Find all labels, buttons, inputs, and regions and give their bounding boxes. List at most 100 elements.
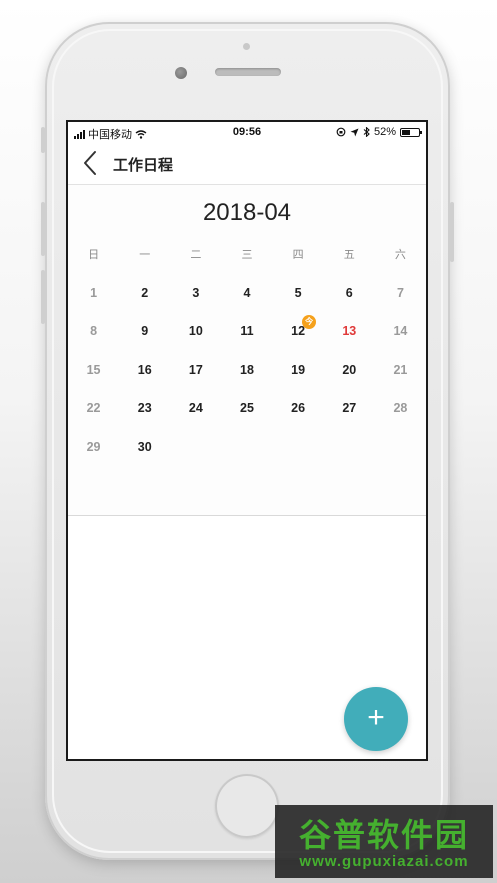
calendar-day-number: 1 bbox=[90, 285, 98, 300]
calendar-day-number: 22 bbox=[86, 401, 101, 416]
calendar-day-number: 27 bbox=[342, 401, 357, 416]
calendar-day-number: 29 bbox=[86, 439, 101, 454]
calendar-day-number: 16 bbox=[137, 362, 152, 377]
calendar-day[interactable]: 15 bbox=[68, 363, 119, 377]
calendar-day[interactable]: 16 bbox=[119, 363, 170, 377]
calendar-day-number: 26 bbox=[291, 401, 306, 416]
calendar-week: 8 9 10 11 12 今 13 14 bbox=[68, 312, 426, 351]
calendar-day[interactable]: 30 bbox=[119, 440, 170, 454]
mute-switch bbox=[41, 127, 45, 153]
status-bar: 中国移动 09:56 52% bbox=[68, 122, 426, 142]
calendar-day[interactable]: 2 bbox=[119, 286, 170, 300]
calendar-day[interactable]: 10 bbox=[170, 324, 221, 338]
calendar-day-number: 6 bbox=[345, 285, 353, 300]
weekday-label: 五 bbox=[343, 249, 355, 262]
calendar-day[interactable]: 1 bbox=[68, 286, 119, 300]
calendar-day[interactable]: 13 bbox=[324, 324, 375, 338]
front-camera bbox=[175, 67, 187, 79]
calendar-day-number: 9 bbox=[141, 324, 149, 339]
bluetooth-icon bbox=[363, 127, 370, 137]
back-arrow-icon[interactable] bbox=[80, 150, 102, 176]
calendar-day-number: 2 bbox=[141, 285, 149, 300]
weekday-header: 日一二三四五六 bbox=[68, 235, 426, 274]
calendar-day-number: 21 bbox=[393, 362, 408, 377]
calendar-day-number: 14 bbox=[393, 324, 408, 339]
calendar-day[interactable]: 21 bbox=[375, 363, 426, 377]
calendar-day[interactable]: 6 bbox=[324, 286, 375, 300]
proximity-sensor bbox=[243, 43, 250, 50]
calendar-day[interactable]: 18 bbox=[221, 363, 272, 377]
phone-screen: 中国移动 09:56 52% 工作日程 2018-04 日 一 二 三 四 五 … bbox=[66, 120, 428, 761]
calendar-day[interactable]: 22 bbox=[68, 401, 119, 415]
home-button[interactable] bbox=[215, 774, 279, 838]
calendar-day-number: 23 bbox=[137, 401, 152, 416]
weekday-label: 四 bbox=[292, 249, 304, 262]
location-icon bbox=[350, 128, 359, 136]
calendar-day-number: 28 bbox=[393, 401, 408, 416]
calendar-day[interactable]: 5 bbox=[273, 286, 324, 300]
power-button bbox=[450, 202, 454, 262]
calendar: 2018-04 日一二三四五六 1 2 3 4 5 6 7 8 9 10 11 12 今 13 14 15 16 1… bbox=[68, 185, 426, 516]
battery-level bbox=[402, 129, 410, 135]
calendar-day-number: 8 bbox=[90, 324, 98, 339]
calendar-day-number: 25 bbox=[240, 401, 254, 416]
calendar-day-number: 24 bbox=[188, 401, 203, 416]
calendar-day-number: 20 bbox=[342, 362, 357, 377]
earpiece-speaker bbox=[215, 68, 281, 76]
calendar-day[interactable]: 23 bbox=[119, 401, 170, 415]
plus-icon: + bbox=[367, 701, 385, 734]
navigation-bar: 工作日程 bbox=[68, 142, 426, 185]
calendar-day-number: 19 bbox=[291, 362, 306, 377]
calendar-day[interactable]: 4 bbox=[221, 286, 272, 300]
month-title: 2018-04 bbox=[202, 199, 292, 226]
weekday-label: 日 bbox=[88, 249, 100, 262]
calendar-week: 22 23 24 25 26 27 28 bbox=[68, 389, 426, 428]
calendar-day[interactable]: 3 bbox=[170, 286, 221, 300]
calendar-day-number: 11 bbox=[240, 324, 254, 339]
calendar-day-number: 13 bbox=[342, 324, 357, 339]
calendar-day-number: 17 bbox=[188, 362, 203, 377]
watermark-title: 谷普软件园 bbox=[298, 817, 469, 853]
calendar-day[interactable]: 17 bbox=[170, 363, 221, 377]
calendar-day[interactable]: 8 bbox=[68, 324, 119, 338]
calendar-day[interactable]: 26 bbox=[273, 401, 324, 415]
volume-up-button bbox=[41, 202, 45, 256]
page-title: 工作日程 bbox=[113, 157, 174, 174]
calendar-day[interactable]: 11 bbox=[221, 324, 272, 338]
calendar-day-number: 18 bbox=[240, 362, 254, 377]
calendar-week: 1 2 3 4 5 6 7 bbox=[68, 274, 426, 313]
battery-percent: 52% bbox=[373, 126, 396, 138]
calendar-week: 29 30 bbox=[68, 428, 426, 467]
calendar-day[interactable]: 20 bbox=[324, 363, 375, 377]
watermark-url: www.gupuxiazai.com bbox=[299, 853, 469, 870]
calendar-grid: 日一二三四五六 1 2 3 4 5 6 7 8 9 10 11 12 今 13 14 15 16 17 18 19 20 2… bbox=[68, 235, 426, 466]
calendar-day-number: 3 bbox=[192, 285, 200, 300]
weekday-label: 三 bbox=[241, 249, 253, 262]
calendar-day-number: 30 bbox=[137, 439, 152, 454]
calendar-day[interactable]: 24 bbox=[170, 401, 221, 415]
weekday-label: 二 bbox=[190, 249, 202, 262]
weekday-label: 一 bbox=[139, 249, 151, 262]
calendar-day-number: 7 bbox=[396, 285, 404, 300]
calendar-day[interactable]: 14 bbox=[375, 324, 426, 338]
calendar-day[interactable]: 25 bbox=[221, 401, 272, 415]
calendar-day[interactable]: 27 bbox=[324, 401, 375, 415]
today-badge: 今 bbox=[302, 315, 317, 330]
watermark: 谷普软件园 www.gupuxiazai.com bbox=[275, 805, 493, 878]
calendar-day[interactable]: 19 bbox=[273, 363, 324, 377]
add-schedule-button[interactable]: + bbox=[344, 687, 408, 751]
calendar-day-number: 5 bbox=[294, 285, 302, 300]
calendar-day[interactable]: 9 bbox=[119, 324, 170, 338]
weekday-label: 六 bbox=[394, 249, 406, 262]
calendar-week: 15 16 17 18 19 20 21 bbox=[68, 351, 426, 390]
volume-down-button bbox=[41, 270, 45, 324]
calendar-day[interactable]: 12 今 bbox=[273, 315, 324, 338]
battery-icon bbox=[400, 127, 422, 137]
calendar-day-number: 15 bbox=[86, 362, 101, 377]
lock-rotation-icon bbox=[336, 127, 346, 137]
calendar-day-number: 10 bbox=[188, 324, 203, 339]
calendar-day[interactable]: 29 bbox=[68, 440, 119, 454]
calendar-day[interactable]: 28 bbox=[375, 401, 426, 415]
calendar-day[interactable]: 7 bbox=[375, 286, 426, 300]
calendar-day-number: 4 bbox=[243, 285, 251, 300]
